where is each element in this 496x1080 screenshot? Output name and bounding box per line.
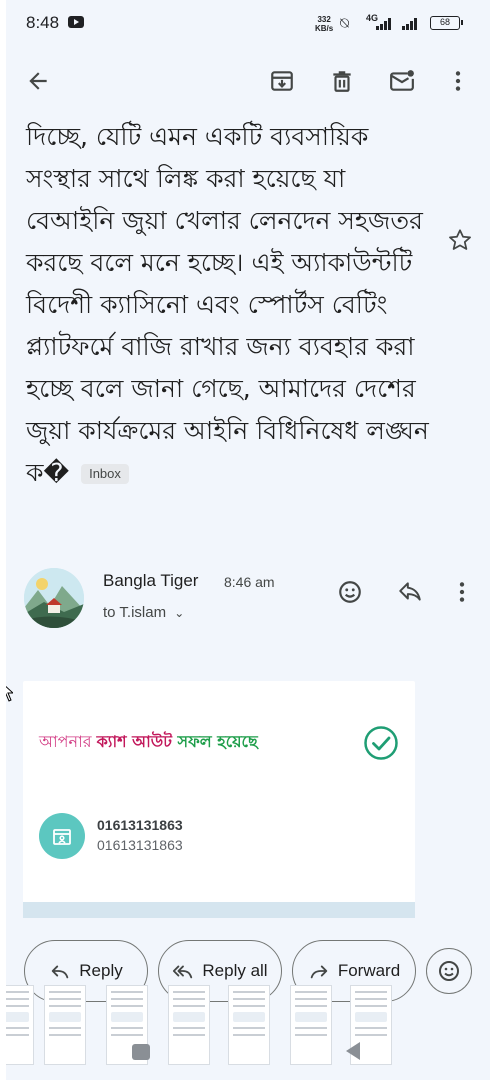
sender-avatar[interactable]: [24, 568, 84, 628]
landscape-avatar-icon: [24, 568, 84, 628]
inbox-label-chip[interactable]: Inbox: [81, 464, 129, 484]
store-icon: [53, 829, 71, 845]
account-store-icon: [39, 813, 85, 859]
reply-label: Reply: [79, 961, 123, 980]
delete-button[interactable]: [324, 63, 360, 99]
archive-icon: [271, 71, 293, 91]
archive-button[interactable]: [264, 63, 300, 99]
reply-icon: [399, 582, 421, 601]
more-options-button[interactable]: [440, 63, 476, 99]
arrow-back-icon: [29, 72, 47, 90]
back-button[interactable]: [20, 63, 56, 99]
status-time: 8:48: [26, 13, 60, 32]
cashout-message: আপনার ক্যাশ আউট সফল হয়েছে: [39, 729, 258, 756]
star-icon: [449, 229, 471, 250]
recipient-text: to T.islam: [103, 604, 167, 621]
message-success: সফল হয়েছে: [177, 732, 258, 751]
recent-app-thumbnail[interactable]: [290, 985, 332, 1065]
email-body: দিচ্ছে, যেটি এমন একটি ব্যবসায়িক সংস্থার…: [6, 112, 490, 542]
transaction-card: আপনার ক্যাশ আউট সফল হয়েছে 01613131863 0…: [23, 681, 415, 918]
account-number-secondary: 01613131863: [97, 837, 183, 853]
phone-screen: 8:48 332 KB/s ⍉ 4G 68 দিচ্ছে, যেটি এমন এ…: [6, 0, 490, 1080]
sent-time: 8:46 am: [224, 574, 275, 590]
recent-app-thumbnail[interactable]: [228, 985, 270, 1065]
recent-app-thumbnail[interactable]: [44, 985, 86, 1065]
network-speed-unit: KB/s: [315, 24, 334, 33]
mouse-cursor-icon: [6, 685, 13, 702]
forward-icon: [310, 965, 328, 979]
sender-name[interactable]: Bangla Tiger: [103, 571, 198, 591]
message-more-button[interactable]: [444, 574, 480, 610]
account-number: 01613131863: [97, 817, 183, 833]
reply-all-label: Reply all: [202, 961, 268, 980]
app-bar: [6, 56, 490, 108]
message-cashout: ক্যাশ আউট: [96, 732, 178, 751]
nav-home-icon[interactable]: [132, 1044, 150, 1060]
mail-unread-icon: [390, 70, 414, 91]
battery-level: 68: [439, 17, 450, 27]
status-bar: 8:48 332 KB/s ⍉ 4G 68: [6, 0, 490, 46]
network-speed: 332 KB/s: [315, 15, 333, 33]
forward-label: Forward: [337, 961, 401, 980]
message-prefix: আপনার: [39, 732, 97, 751]
trash-icon: [333, 71, 351, 92]
recent-app-thumbnail[interactable]: [168, 985, 210, 1065]
signal-icon-2: [402, 18, 417, 30]
vibrate-off-icon: ⍉: [340, 14, 350, 32]
emoji-icon: [339, 581, 361, 603]
mark-unread-button[interactable]: [384, 63, 420, 99]
chevron-down-icon: ⌄: [174, 606, 185, 620]
youtube-notification-icon: [68, 16, 84, 28]
battery-icon: 68: [430, 16, 463, 30]
recipient-details-toggle[interactable]: to T.islam ⌄: [103, 604, 184, 621]
reply-icon: [52, 965, 69, 979]
card-footer-bar: [23, 902, 415, 918]
star-button[interactable]: [442, 222, 478, 258]
network-speed-value: 332: [317, 15, 331, 24]
emoji-icon: [439, 961, 459, 981]
email-body-text-block: দিচ্ছে, যেটি এমন একটি ব্যবসায়িক সংস্থার…: [26, 116, 434, 494]
nav-back-icon[interactable]: [346, 1042, 360, 1060]
screen-edge-right: [490, 0, 496, 1080]
more-vert-icon: [455, 71, 461, 91]
email-body-text: দিচ্ছে, যেটি এমন একটি ব্যবসায়িক সংস্থার…: [26, 122, 429, 487]
more-vert-icon: [459, 582, 465, 602]
recent-app-thumbnail[interactable]: [6, 985, 34, 1065]
add-reaction-button[interactable]: [332, 574, 368, 610]
reply-icon-button[interactable]: [392, 574, 428, 610]
check-circle-icon: [364, 726, 398, 760]
reply-all-icon: [173, 965, 193, 979]
recent-apps-strip: [6, 985, 490, 1070]
signal-icon: [376, 18, 391, 30]
